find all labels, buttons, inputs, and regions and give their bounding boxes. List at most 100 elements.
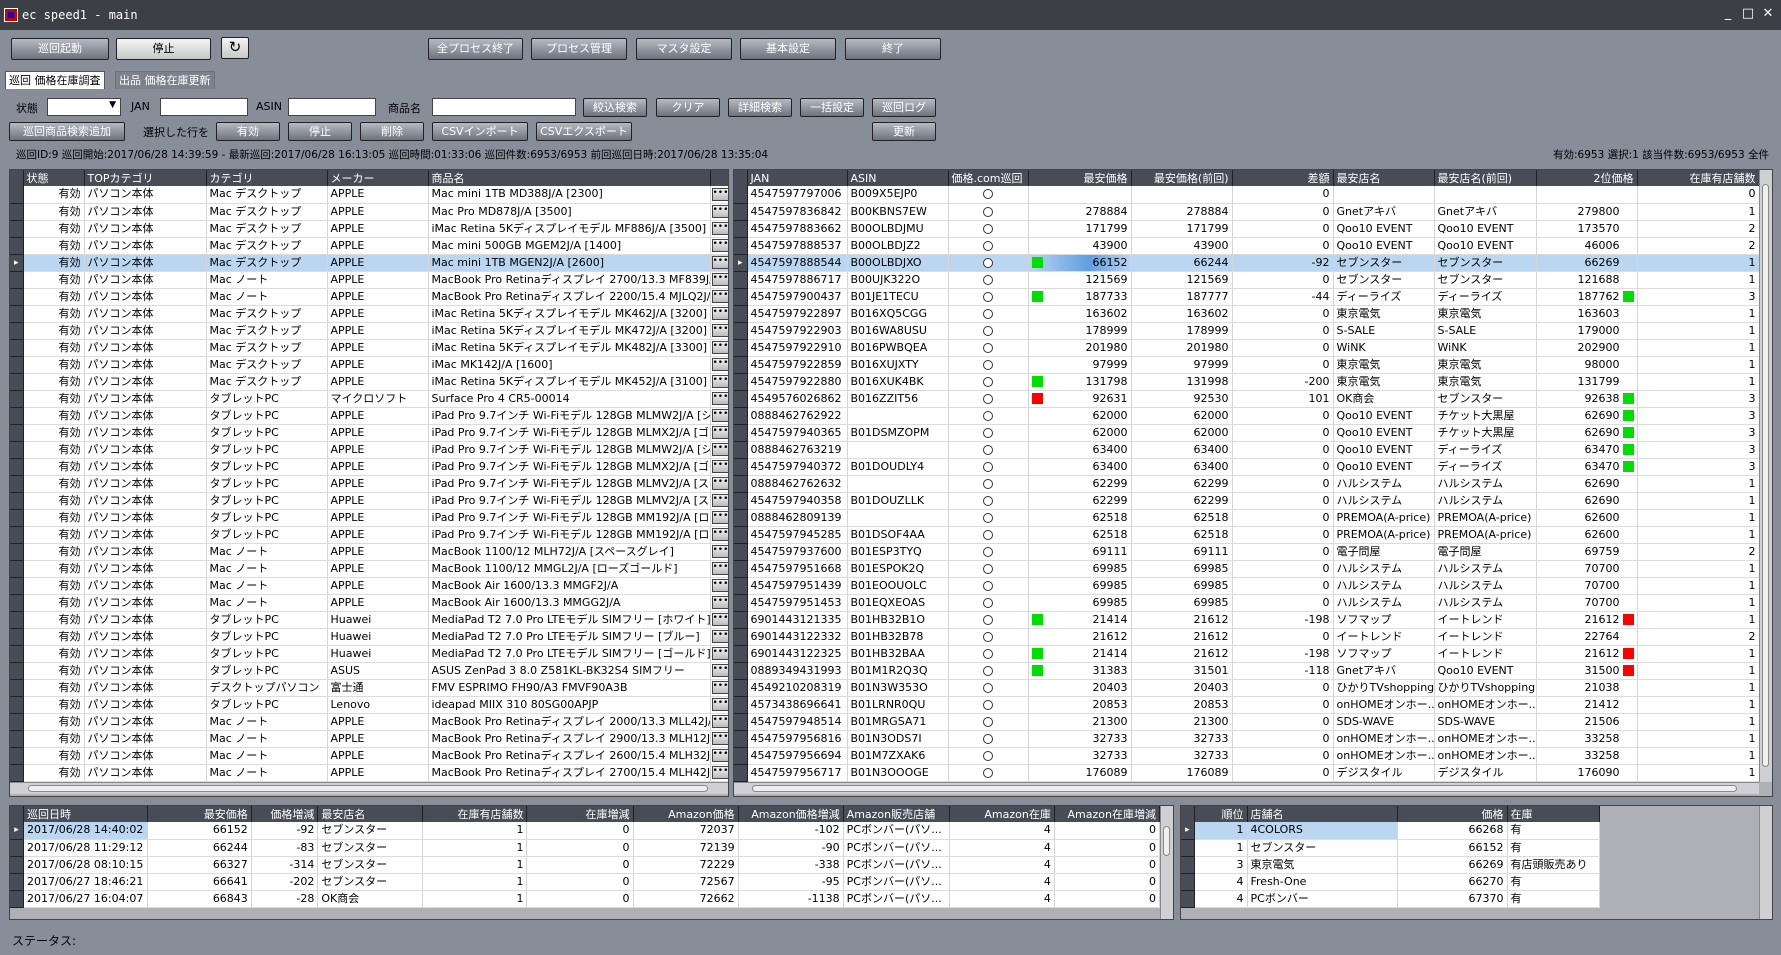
- row-selector[interactable]: [734, 730, 748, 748]
- table-row[interactable]: 有効 パソコン本体 Mac デスクトップ APPLE iMac Retina 5Kディス…: [10, 305, 728, 323]
- table-row[interactable]: 有効 パソコン本体 タブレットPC APPLE iPad Pro 9.7インチ Wi-F…: [10, 424, 728, 442]
- column-header[interactable]: 在庫増減: [526, 806, 634, 822]
- radio-icon[interactable]: [983, 682, 993, 693]
- scroll-thumb[interactable]: [1762, 184, 1769, 767]
- narrow-search-button[interactable]: 絞込検索: [583, 98, 647, 117]
- radio-icon[interactable]: [983, 359, 993, 370]
- column-header[interactable]: 店舗名: [1247, 806, 1398, 822]
- row-selector[interactable]: [10, 407, 24, 425]
- exit-button[interactable]: 終了: [845, 38, 941, 60]
- table-row[interactable]: 0888462762632 62299 62299 0 ハルシステム ハルシステム 6269…: [734, 475, 1760, 493]
- radio-icon[interactable]: [983, 716, 993, 727]
- more-icon[interactable]: •••: [711, 358, 728, 371]
- more-icon[interactable]: •••: [711, 511, 728, 524]
- table-row[interactable]: 4549576026862 B016ZZIT56 92631 92530 101 OK商会…: [734, 390, 1760, 408]
- basic-settings-button[interactable]: 基本設定: [740, 38, 836, 60]
- more-icon[interactable]: •••: [711, 409, 728, 422]
- table-row[interactable]: 4573438696641 B01LRNR0QU 20853 20853 0 onHOME…: [734, 696, 1760, 714]
- row-selector[interactable]: [10, 305, 24, 323]
- more-icon[interactable]: •••: [711, 273, 728, 286]
- scroll-thumb[interactable]: [1163, 826, 1170, 856]
- more-icon[interactable]: •••: [711, 681, 728, 694]
- radio-icon[interactable]: [983, 478, 993, 489]
- row-selector[interactable]: [10, 662, 24, 680]
- row-selector[interactable]: [734, 662, 748, 680]
- asin-input[interactable]: [288, 98, 376, 116]
- set-stop-button[interactable]: 停止: [288, 122, 352, 141]
- radio-icon[interactable]: [983, 495, 993, 506]
- column-header[interactable]: 在庫: [1507, 806, 1600, 822]
- table-row[interactable]: 4547597922897 B016XQ5CGG 163602 163602 0 東京電気…: [734, 305, 1760, 323]
- more-icon[interactable]: •••: [711, 545, 728, 558]
- row-selector[interactable]: [734, 543, 748, 561]
- row-selector[interactable]: [10, 424, 24, 442]
- radio-icon[interactable]: [983, 325, 993, 336]
- table-row[interactable]: 6901443121335 B01HB32B1O 21414 21612 -198 ソフマ…: [734, 611, 1760, 629]
- column-header[interactable]: 最安店名(前回): [1434, 170, 1537, 186]
- history-table-vscroll[interactable]: [1160, 806, 1173, 919]
- stop-all-processes-button[interactable]: 全プロセス終了: [428, 38, 523, 60]
- radio-icon[interactable]: [983, 393, 993, 404]
- table-row[interactable]: 4547597951453 B01EQXEOAS 69985 69985 0 ハルシステム…: [734, 594, 1760, 612]
- row-selector[interactable]: [734, 203, 748, 221]
- radio-icon[interactable]: [983, 410, 993, 421]
- row-selector[interactable]: [1181, 873, 1195, 891]
- radio-icon[interactable]: [983, 376, 993, 387]
- row-selector[interactable]: [10, 203, 24, 221]
- more-icon[interactable]: •••: [711, 460, 728, 473]
- row-selector[interactable]: [10, 390, 24, 408]
- more-icon[interactable]: •••: [711, 664, 728, 677]
- table-row[interactable]: 4547597940365 B01DSMZOPM 62000 62000 0 Qoo10 …: [734, 424, 1760, 442]
- more-icon[interactable]: •••: [711, 477, 728, 490]
- table-row[interactable]: 4547597922910 B016PWBQEA 201980 201980 0 WiNK…: [734, 339, 1760, 357]
- table-row[interactable]: 有効 パソコン本体 Mac ノート APPLE MacBook Pro Retinaディ…: [10, 747, 728, 765]
- row-selector[interactable]: [734, 764, 748, 782]
- more-icon[interactable]: •••: [711, 324, 728, 337]
- tab-patrol-price-stock[interactable]: 巡回 価格在庫調査: [5, 71, 105, 89]
- more-icon[interactable]: •••: [711, 528, 728, 541]
- table-row[interactable]: 4547597900437 B01JE1TECU 187733 187777 -44 ディ…: [734, 288, 1760, 306]
- row-selector[interactable]: [10, 560, 24, 578]
- row-selector[interactable]: [10, 645, 24, 663]
- update-button[interactable]: 更新: [872, 122, 936, 141]
- table-row[interactable]: 4547597956694 B01M7ZXAK6 32733 32733 0 onHOME…: [734, 747, 1760, 765]
- row-selector[interactable]: [10, 873, 24, 891]
- more-icon[interactable]: •••: [711, 613, 728, 626]
- product-name-input[interactable]: [432, 98, 576, 116]
- row-selector[interactable]: ▸: [10, 254, 24, 272]
- column-header[interactable]: カテゴリ: [206, 170, 328, 186]
- table-row[interactable]: 4547597797006 B009X5EJP0 0 0: [734, 186, 1760, 204]
- table-row[interactable]: 4547597937600 B01ESP3TYQ 69111 69111 0 電子問屋 電子…: [734, 543, 1760, 561]
- row-selector[interactable]: [734, 390, 748, 408]
- row-selector[interactable]: [10, 713, 24, 731]
- radio-icon[interactable]: [983, 444, 993, 455]
- table-row[interactable]: 有効 パソコン本体 Mac ノート APPLE MacBook 1100/12 MMGL…: [10, 560, 728, 578]
- column-header[interactable]: 最安店名: [1333, 170, 1435, 186]
- more-icon[interactable]: •••: [711, 222, 728, 235]
- row-selector[interactable]: [734, 611, 748, 629]
- table-row[interactable]: 有効 パソコン本体 タブレットPC ASUS ASUS ZenPad 3 8.0 Z58…: [10, 662, 728, 680]
- table-row[interactable]: ▸ 2017/06/28 14:40:02 66152 -92 セブンスター 1 0 7203…: [10, 822, 1161, 840]
- row-selector[interactable]: [734, 356, 748, 374]
- column-header[interactable]: 価格: [1397, 806, 1508, 822]
- bulk-settings-button[interactable]: 一括設定: [800, 98, 864, 117]
- table-row[interactable]: 4547597886717 B00UJK322O 121569 121569 0 セブンス…: [734, 271, 1760, 289]
- row-selector[interactable]: [10, 220, 24, 238]
- row-selector[interactable]: [10, 747, 24, 765]
- column-header[interactable]: 価格.com巡回: [948, 170, 1029, 186]
- radio-icon[interactable]: [983, 750, 993, 761]
- process-management-button[interactable]: プロセス管理: [531, 38, 627, 60]
- radio-icon[interactable]: [983, 631, 993, 642]
- row-selector[interactable]: [1181, 890, 1195, 908]
- table-row[interactable]: 有効 パソコン本体 Mac デスクトップ APPLE Mac mini 500GB MG…: [10, 237, 728, 255]
- column-header[interactable]: メーカー: [327, 170, 429, 186]
- master-settings-button[interactable]: マスタ設定: [636, 38, 732, 60]
- table-row[interactable]: ▸ 4547597888544 B00OLBDJXO 66152 66244 -92 セブン…: [734, 254, 1760, 272]
- radio-icon[interactable]: [983, 189, 993, 200]
- more-icon[interactable]: •••: [711, 187, 728, 201]
- column-header[interactable]: Amazon在庫: [949, 806, 1055, 822]
- table-row[interactable]: 4 PCボンバー 67370 有: [1181, 890, 1600, 908]
- more-icon[interactable]: •••: [711, 392, 728, 405]
- table-row[interactable]: 4547597922903 B016WA8USU 178999 178999 0 S-SA…: [734, 322, 1760, 340]
- stop-button[interactable]: 停止: [116, 38, 211, 60]
